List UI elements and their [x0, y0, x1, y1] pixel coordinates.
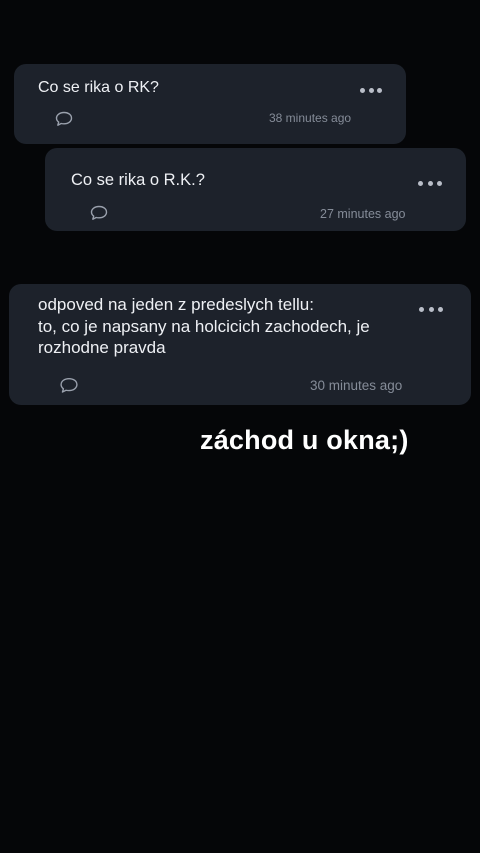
more-dots-icon: [360, 87, 365, 93]
comment-button[interactable]: [89, 204, 109, 222]
post-card: Co se rika o RK? 38 minutes ago: [14, 64, 406, 144]
comment-button[interactable]: [58, 376, 78, 394]
post-timestamp: 30 minutes ago: [310, 378, 403, 393]
post-timestamp: 27 minutes ago: [320, 207, 406, 221]
more-dots-icon: [418, 180, 423, 186]
more-options-button[interactable]: [419, 304, 443, 314]
post-timestamp: 38 minutes ago: [269, 111, 352, 125]
more-dots-icon: [438, 306, 443, 312]
post-card: odpoved na jeden z predeslych tellu: to,…: [9, 284, 471, 405]
comment-bubble-icon: [60, 377, 78, 393]
more-dots-icon: [427, 180, 433, 186]
more-options-button[interactable]: [360, 85, 382, 95]
post-text: Co se rika o R.K.?: [71, 171, 205, 189]
comment-bubble-icon: [55, 111, 73, 126]
post-text: odpoved na jeden z predeslych tellu: to,…: [38, 295, 370, 357]
more-dots-icon: [368, 87, 374, 93]
more-dots-icon: [428, 306, 434, 312]
post-text: Co se rika o RK?: [38, 79, 159, 96]
more-dots-icon: [437, 180, 442, 186]
more-dots-icon: [377, 87, 382, 93]
comment-bubble-icon: [90, 205, 108, 220]
post-card: Co se rika o R.K.? 27 minutes ago: [45, 148, 466, 231]
comment-button[interactable]: [54, 110, 74, 128]
more-options-button[interactable]: [418, 178, 442, 188]
more-dots-icon: [419, 306, 424, 312]
story-caption: záchod u okna;): [200, 425, 409, 455]
